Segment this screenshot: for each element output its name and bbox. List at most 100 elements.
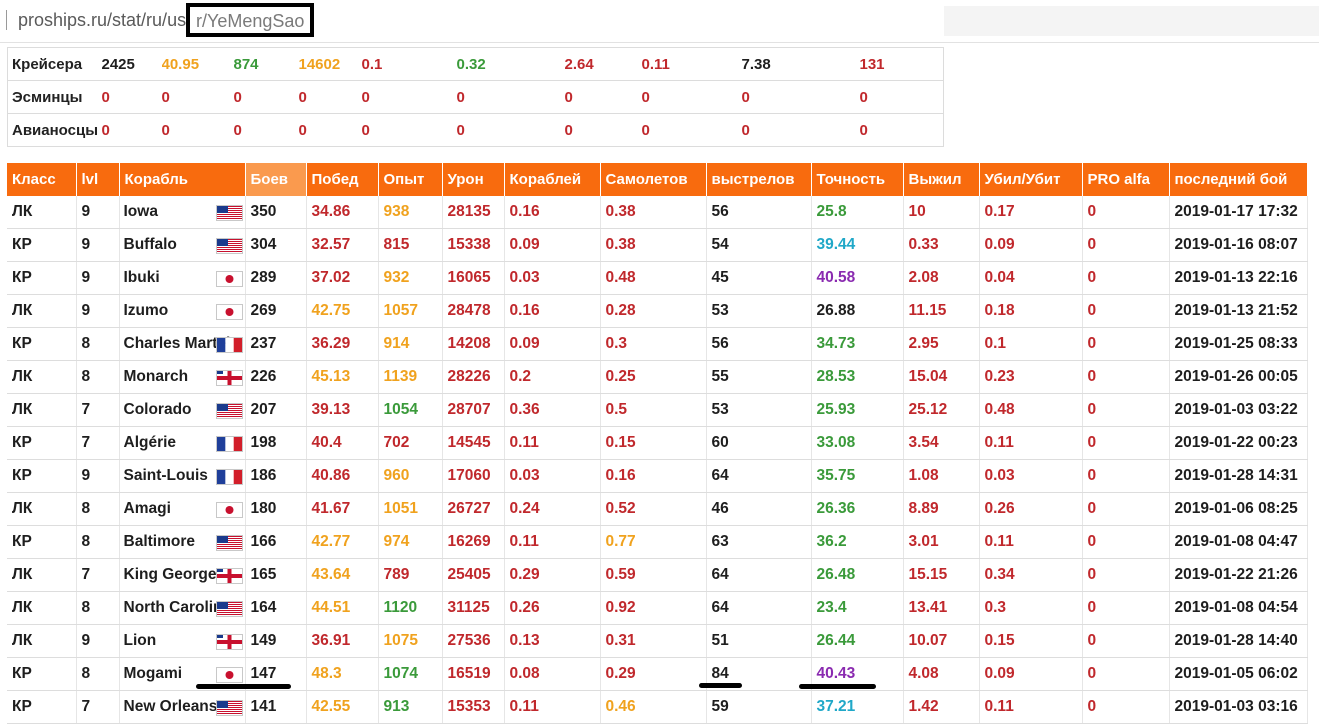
accuracy-cell: 25.93 xyxy=(811,393,904,427)
column-header-10[interactable]: выстрелов xyxy=(706,163,812,196)
battles-cell: 149 xyxy=(245,624,307,658)
summary-cell: 0 xyxy=(298,113,362,147)
ship-name[interactable]: Algérie xyxy=(124,434,177,451)
last-battle-cell: 2019-01-25 08:33 xyxy=(1169,327,1308,361)
ship-name[interactable]: Charles Martel xyxy=(124,335,231,352)
ship-name[interactable]: Baltimore xyxy=(124,533,196,550)
summary-cell: 0 xyxy=(456,80,565,114)
ship-name-cell[interactable]: Monarch xyxy=(119,360,246,394)
class-cell: КР xyxy=(7,426,77,460)
ship-name[interactable]: Lion xyxy=(124,632,157,649)
level-cell: 8 xyxy=(76,525,120,559)
column-header-11[interactable]: Точность xyxy=(811,163,904,196)
ship-name-cell[interactable]: Ibuki xyxy=(119,261,246,295)
column-header-13[interactable]: Убил/Убит xyxy=(979,163,1083,196)
ship-name-cell[interactable]: Buffalo xyxy=(119,228,246,262)
ship-name-cell[interactable]: New Orleans xyxy=(119,690,246,724)
column-header-12[interactable]: Выжил xyxy=(903,163,980,196)
ship-name[interactable]: Amagi xyxy=(124,500,171,517)
ship-name-cell[interactable]: Amagi xyxy=(119,492,246,526)
summary-cell: 0.1 xyxy=(361,47,457,81)
accuracy-cell: 28.53 xyxy=(811,360,904,394)
ship-name-cell[interactable]: Saint-Louis xyxy=(119,459,246,493)
kill-death-cell: 0.09 xyxy=(979,657,1083,691)
table-row: ЛК 8 Monarch 226 45.13 1139 28226 0.2 0.25 55 28.5… xyxy=(7,360,1308,394)
column-header-1[interactable]: Класс xyxy=(7,163,77,196)
wins-cell: 36.91 xyxy=(306,624,379,658)
summary-cell: 0 xyxy=(101,80,162,114)
ship-name[interactable]: Colorado xyxy=(124,401,192,418)
pro-alfa-cell: 0 xyxy=(1082,525,1170,559)
ship-name[interactable]: Iowa xyxy=(124,203,158,220)
shots-cell: 59 xyxy=(706,690,812,724)
column-header-9[interactable]: Самолетов xyxy=(600,163,707,196)
battles-cell: 198 xyxy=(245,426,307,460)
kills-cell: 0.36 xyxy=(504,393,601,427)
address-bar-separator xyxy=(6,10,7,30)
ship-name[interactable]: Izumo xyxy=(124,302,169,319)
battles-cell: 166 xyxy=(245,525,307,559)
ship-name-cell[interactable]: King George V xyxy=(119,558,246,592)
class-cell: КР xyxy=(7,261,77,295)
column-header-2[interactable]: lvl xyxy=(76,163,120,196)
accuracy-cell: 26.48 xyxy=(811,558,904,592)
column-header-14[interactable]: PRO alfa xyxy=(1082,163,1170,196)
battles-cell: 207 xyxy=(245,393,307,427)
ship-name-cell[interactable]: Algérie xyxy=(119,426,246,460)
ship-name[interactable]: Ibuki xyxy=(124,269,160,286)
kills-cell: 0.13 xyxy=(504,624,601,658)
level-cell: 9 xyxy=(76,624,120,658)
level-cell: 7 xyxy=(76,426,120,460)
ship-name[interactable]: Saint-Louis xyxy=(124,467,208,484)
kill-death-cell: 0.11 xyxy=(979,690,1083,724)
planes-cell: 0.15 xyxy=(600,426,707,460)
us-flag-icon xyxy=(215,601,243,617)
ship-name[interactable]: Monarch xyxy=(124,368,189,385)
column-header-15[interactable]: последний бой xyxy=(1169,163,1308,196)
ship-name-cell[interactable]: Izumo xyxy=(119,294,246,328)
ship-name[interactable]: Buffalo xyxy=(124,236,177,253)
ship-name-cell[interactable]: Iowa xyxy=(119,196,246,229)
shots-cell: 64 xyxy=(706,591,812,625)
wins-cell: 42.55 xyxy=(306,690,379,724)
kills-cell: 0.08 xyxy=(504,657,601,691)
ship-name-cell[interactable]: Lion xyxy=(119,624,246,658)
last-battle-cell: 2019-01-03 03:16 xyxy=(1169,690,1308,724)
france-flag-icon xyxy=(215,337,243,353)
last-battle-cell: 2019-01-13 22:16 xyxy=(1169,261,1308,295)
class-cell: КР xyxy=(7,459,77,493)
url-text[interactable]: proships.ru/stat/ru/us xyxy=(18,10,186,31)
column-header-8[interactable]: Кораблей xyxy=(504,163,601,196)
ship-name-cell[interactable]: Colorado xyxy=(119,393,246,427)
level-cell: 8 xyxy=(76,327,120,361)
shots-cell: 46 xyxy=(706,492,812,526)
damage-cell: 14545 xyxy=(442,426,505,460)
ship-name-cell[interactable]: Baltimore xyxy=(119,525,246,559)
summary-cell: 0 xyxy=(859,80,944,114)
damage-cell: 16269 xyxy=(442,525,505,559)
column-header-3[interactable]: Корабль xyxy=(119,163,246,196)
ship-name-cell[interactable]: North Carolina xyxy=(119,591,246,625)
last-battle-cell: 2019-01-28 14:31 xyxy=(1169,459,1308,493)
wins-cell: 36.29 xyxy=(306,327,379,361)
kills-cell: 0.03 xyxy=(504,261,601,295)
class-cell: КР xyxy=(7,228,77,262)
ship-name[interactable]: Mogami xyxy=(124,665,183,682)
kill-death-cell: 0.03 xyxy=(979,459,1083,493)
summary-cell: 0 xyxy=(641,80,742,114)
column-header-6[interactable]: Опыт xyxy=(378,163,443,196)
battles-cell: 186 xyxy=(245,459,307,493)
pro-alfa-cell: 0 xyxy=(1082,657,1170,691)
accuracy-cell: 39.44 xyxy=(811,228,904,262)
us-flag-icon xyxy=(215,403,243,419)
ship-name[interactable]: New Orleans xyxy=(124,698,218,715)
column-header-7[interactable]: Урон xyxy=(442,163,505,196)
ship-name-cell[interactable]: Charles Martel xyxy=(119,327,246,361)
table-header-row: Класс lvl Корабль Боев Побед Опыт Урон Кораблей… xyxy=(7,163,1308,196)
column-header-5[interactable]: Побед xyxy=(306,163,379,196)
planes-cell: 0.92 xyxy=(600,591,707,625)
level-cell: 8 xyxy=(76,360,120,394)
table-row: КР 8 Baltimore 166 42.77 974 16269 0.11 0.77 63 36… xyxy=(7,525,1308,559)
column-header-4[interactable]: Боев xyxy=(245,163,307,196)
last-battle-cell: 2019-01-22 00:23 xyxy=(1169,426,1308,460)
